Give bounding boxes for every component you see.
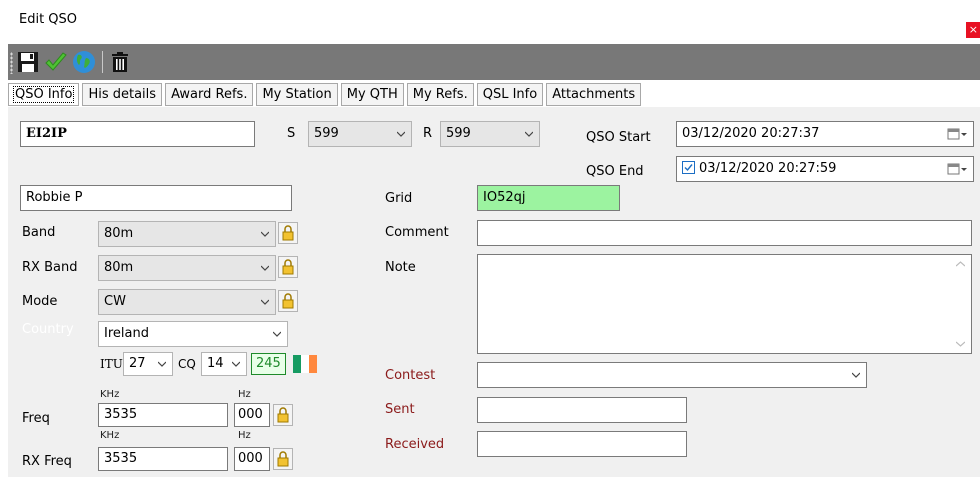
close-button[interactable]: ×	[966, 22, 980, 38]
callsign-input[interactable]: EI2IP	[20, 121, 255, 147]
qso-start-label: QSO Start	[586, 130, 651, 145]
tab-bar: QSO Info His details Award Refs. My Stat…	[8, 83, 644, 107]
qso-end-input[interactable]: 03/12/2020 20:27:59	[676, 156, 974, 182]
toolbar-separator	[102, 51, 103, 73]
calendar-icon[interactable]	[946, 158, 968, 180]
dxcc-badge: 245	[251, 353, 286, 375]
rx-band-value: 80m	[104, 260, 134, 275]
received-label: Received	[385, 437, 445, 452]
toolbar-grip[interactable]	[10, 52, 13, 74]
tab-my-refs[interactable]: My Refs.	[406, 83, 474, 106]
tab-qsl-info[interactable]: QSL Info	[476, 83, 544, 106]
cq-select[interactable]: 14	[201, 352, 247, 376]
globe-icon[interactable]	[70, 48, 98, 76]
contest-select[interactable]	[477, 362, 867, 388]
rx-freq-hz-label: Hz	[238, 430, 251, 441]
rx-freq-hz-input[interactable]: 000	[234, 447, 270, 471]
cq-label: CQ	[178, 357, 196, 371]
freq-hz-input[interactable]: 000	[234, 403, 270, 427]
comment-label: Comment	[385, 225, 449, 240]
scroll-up-icon[interactable]	[956, 261, 965, 267]
mode-label: Mode	[22, 294, 58, 309]
toolbar	[8, 44, 980, 80]
chevron-down-icon	[852, 372, 860, 378]
tab-attachments[interactable]: Attachments	[546, 83, 642, 106]
tab-award-refs[interactable]: Award Refs.	[165, 83, 254, 106]
grid-input[interactable]: IO52qj	[477, 185, 620, 211]
country-flag	[293, 355, 317, 373]
mode-select[interactable]: CW	[98, 289, 276, 315]
country-value: Ireland	[104, 326, 149, 341]
sent-label: Sent	[385, 402, 415, 417]
rx-freq-label: RX Freq	[22, 454, 72, 469]
note-label: Note	[385, 260, 416, 275]
chevron-down-icon	[232, 361, 240, 367]
comment-input[interactable]	[477, 220, 972, 246]
band-label: Band	[22, 225, 56, 240]
freq-label: Freq	[22, 411, 50, 426]
qso-info-panel: EI2IP S 599 R 599 QSO Start 03/12/2020 2…	[8, 107, 980, 477]
itu-value: 27	[129, 356, 146, 371]
freq-khz-label: KHz	[100, 389, 120, 400]
chevron-down-icon	[158, 361, 166, 367]
r-report-select[interactable]: 599	[440, 121, 540, 147]
save-icon[interactable]	[14, 48, 42, 76]
trash-icon[interactable]	[106, 48, 134, 76]
tab-qso-info[interactable]: QSO Info	[8, 83, 80, 106]
s-report-value: 599	[314, 126, 339, 141]
note-textarea[interactable]	[477, 254, 972, 354]
window-title: Edit QSO	[19, 12, 78, 27]
qso-end-checkbox[interactable]	[682, 161, 695, 174]
grid-label: Grid	[385, 191, 413, 206]
chevron-down-icon	[261, 231, 269, 237]
calendar-icon[interactable]	[946, 123, 968, 145]
tab-my-station[interactable]: My Station	[256, 83, 338, 106]
band-select[interactable]: 80m	[98, 221, 276, 247]
r-report-value: 599	[446, 126, 471, 141]
freq-hz-label: Hz	[238, 389, 251, 400]
qso-end-label: QSO End	[586, 164, 644, 179]
chevron-down-icon	[261, 299, 269, 305]
rx-freq-khz-label: KHz	[100, 430, 120, 441]
rx-freq-khz-input[interactable]: 3535	[98, 447, 228, 471]
checkmark-icon[interactable]	[42, 48, 70, 76]
rx-band-label: RX Band	[22, 260, 78, 275]
qso-start-input[interactable]: 03/12/2020 20:27:37	[676, 121, 974, 147]
scroll-down-icon[interactable]	[956, 341, 965, 347]
mode-value: CW	[104, 294, 126, 309]
itu-select[interactable]: 27	[123, 352, 173, 376]
chevron-down-icon	[261, 265, 269, 271]
lock-icon[interactable]	[273, 448, 293, 470]
lock-icon[interactable]	[278, 222, 298, 244]
lock-icon[interactable]	[273, 404, 293, 426]
lock-icon[interactable]	[278, 256, 298, 278]
chevron-down-icon	[273, 331, 281, 337]
itu-label: ITU	[100, 357, 123, 371]
band-value: 80m	[104, 226, 134, 241]
chevron-down-icon	[525, 131, 533, 137]
s-report-select[interactable]: 599	[308, 121, 412, 147]
country-select[interactable]: Ireland	[98, 321, 288, 347]
sent-input[interactable]	[477, 397, 687, 423]
s-label: S	[287, 126, 296, 141]
freq-khz-input[interactable]: 3535	[98, 403, 228, 427]
name-input[interactable]: Robbie P	[20, 185, 292, 211]
r-label: R	[423, 126, 433, 141]
country-label: Country	[22, 322, 74, 337]
received-input[interactable]	[477, 431, 687, 457]
tab-my-qth[interactable]: My QTH	[340, 83, 404, 106]
chevron-down-icon	[397, 131, 405, 137]
title-bar: Edit QSO ×	[0, 0, 980, 41]
rx-band-select[interactable]: 80m	[98, 255, 276, 281]
tab-his-details[interactable]: His details	[82, 83, 163, 106]
contest-label: Contest	[385, 368, 436, 383]
qso-end-value: 03/12/2020 20:27:59	[699, 161, 837, 176]
lock-icon[interactable]	[278, 290, 298, 312]
cq-value: 14	[207, 356, 224, 371]
